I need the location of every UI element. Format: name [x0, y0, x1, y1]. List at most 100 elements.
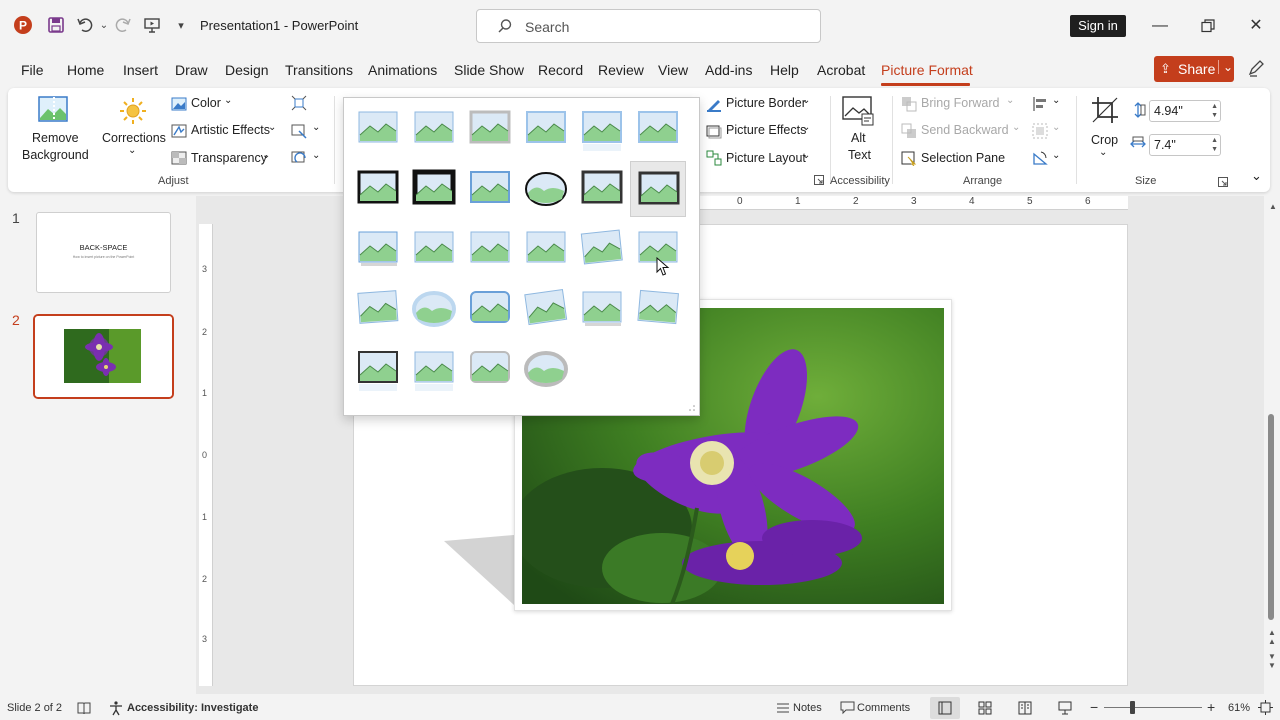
rotate-chevron-icon[interactable]: ⌄ — [1052, 150, 1060, 161]
picture-layout-button[interactable]: Picture Layout — [726, 151, 806, 165]
picture-style-option[interactable] — [350, 101, 406, 157]
tab-transitions[interactable]: Transitions — [285, 62, 353, 78]
rotate-icon[interactable] — [1032, 150, 1048, 166]
picture-styles-dialog-launcher-icon[interactable] — [814, 175, 824, 185]
alt-text-label-2[interactable]: Text — [848, 148, 871, 162]
tab-view[interactable]: View — [658, 62, 688, 78]
crop-icon[interactable] — [1091, 96, 1119, 124]
shape-height-spinner-icon[interactable]: ▲ ▼ — [1211, 102, 1218, 120]
picture-style-option[interactable] — [406, 161, 462, 217]
picture-style-option[interactable] — [574, 101, 630, 157]
picture-style-option[interactable] — [462, 341, 518, 397]
normal-view-button[interactable] — [930, 697, 960, 719]
sign-in-button[interactable]: Sign in — [1070, 15, 1126, 37]
next-slide-icon[interactable]: ▼ ▼ — [1268, 652, 1276, 670]
book-icon[interactable] — [77, 701, 91, 715]
reading-view-icon[interactable] — [1018, 701, 1032, 715]
accessibility-status[interactable]: Accessibility: Investigate — [127, 702, 258, 714]
align-chevron-icon[interactable]: ⌄ — [1052, 95, 1060, 106]
picture-layout-icon[interactable] — [706, 150, 722, 166]
tab-acrobat[interactable]: Acrobat — [817, 62, 865, 78]
restore-window-icon[interactable] — [1196, 14, 1220, 38]
picture-style-option[interactable] — [406, 221, 462, 277]
save-icon[interactable] — [45, 14, 67, 36]
notes-icon[interactable] — [776, 701, 790, 715]
remove-background-label-2[interactable]: Background — [22, 148, 89, 162]
corrections-label[interactable]: Corrections — [102, 131, 166, 145]
comment-pen-icon[interactable] — [1247, 58, 1267, 78]
zoom-out-icon[interactable]: − — [1090, 699, 1098, 715]
tab-help[interactable]: Help — [770, 62, 799, 78]
share-dropdown-chevron-icon[interactable]: ⌄ — [1218, 60, 1233, 74]
picture-style-option[interactable] — [462, 101, 518, 157]
tab-insert[interactable]: Insert — [123, 62, 158, 78]
tab-picture-format[interactable]: Picture Format — [881, 62, 973, 78]
fit-slide-to-window-icon[interactable] — [1258, 700, 1273, 715]
picture-style-option[interactable] — [574, 281, 630, 337]
change-picture-icon[interactable] — [291, 123, 307, 139]
tab-design[interactable]: Design — [225, 62, 269, 78]
tab-home[interactable]: Home — [67, 62, 104, 78]
picture-effects-chevron-icon[interactable]: ⌄ — [802, 122, 810, 133]
remove-background-label-1[interactable]: Remove — [32, 131, 79, 145]
crop-chevron-icon[interactable]: ⌄ — [1099, 147, 1107, 158]
tab-record[interactable]: Record — [538, 62, 583, 78]
alt-text-label-1[interactable]: Alt — [851, 131, 866, 145]
picture-effects-button[interactable]: Picture Effects — [726, 123, 806, 137]
shape-height-input[interactable]: 4.94" ▲ ▼ — [1149, 100, 1221, 122]
picture-style-option[interactable] — [518, 161, 574, 217]
change-picture-chevron-icon[interactable]: ⌄ — [312, 122, 320, 133]
slide-sorter-icon[interactable] — [978, 701, 992, 715]
artistic-effects-button[interactable]: Artistic Effects — [191, 123, 270, 137]
comments-button[interactable]: Comments — [857, 702, 910, 714]
picture-style-option[interactable] — [518, 221, 574, 277]
zoom-slider-thumb[interactable] — [1130, 701, 1135, 714]
picture-layout-chevron-icon[interactable]: ⌄ — [802, 150, 810, 161]
slide-thumbnail-1[interactable]: BACK-SPACE How to insert picture on the … — [36, 212, 171, 293]
vertical-scrollbar[interactable]: ▲ ▲ ▲ ▼ ▼ — [1264, 196, 1278, 694]
color-button[interactable]: Color — [191, 96, 221, 110]
comments-icon[interactable] — [840, 700, 855, 715]
shape-width-input[interactable]: 7.4" ▲ ▼ — [1149, 134, 1221, 156]
gallery-resize-grip-icon[interactable] — [688, 404, 696, 412]
color-icon[interactable] — [171, 96, 187, 112]
size-dialog-launcher-icon[interactable] — [1218, 177, 1228, 187]
minimize-icon[interactable]: — — [1148, 14, 1172, 38]
scroll-up-arrow-icon[interactable]: ▲ — [1269, 202, 1277, 211]
crop-label[interactable]: Crop — [1091, 133, 1118, 147]
tab-animations[interactable]: Animations — [368, 62, 437, 78]
picture-effects-icon[interactable] — [706, 123, 722, 139]
close-icon[interactable]: ✕ — [1244, 14, 1268, 38]
transparency-button[interactable]: Transparency — [191, 151, 267, 165]
picture-style-option[interactable] — [350, 341, 406, 397]
selection-pane-button[interactable]: Selection Pane — [921, 151, 1005, 165]
color-chevron-icon[interactable]: ⌄ — [224, 95, 232, 106]
picture-style-option[interactable] — [518, 281, 574, 337]
picture-style-option[interactable] — [630, 101, 686, 157]
notes-button[interactable]: Notes — [793, 702, 822, 714]
tab-slide-show[interactable]: Slide Show — [454, 62, 524, 78]
tab-file[interactable]: File — [21, 62, 44, 78]
customize-toolbar-icon[interactable]: ▾ — [170, 14, 192, 36]
previous-slide-icon[interactable]: ▲ ▲ — [1268, 628, 1276, 646]
picture-border-button[interactable]: Picture Border — [726, 96, 806, 110]
picture-border-icon[interactable] — [706, 96, 722, 112]
picture-style-option[interactable] — [350, 221, 406, 277]
reset-picture-chevron-icon[interactable]: ⌄ — [312, 150, 320, 161]
picture-style-option[interactable] — [350, 281, 406, 337]
zoom-in-icon[interactable]: + — [1207, 699, 1215, 715]
collapse-ribbon-chevron-icon[interactable]: ⌄ — [1251, 168, 1262, 184]
picture-border-chevron-icon[interactable]: ⌄ — [802, 95, 810, 106]
artistic-effects-chevron-icon[interactable]: ⌄ — [268, 122, 276, 133]
shape-width-spinner-icon[interactable]: ▲ ▼ — [1211, 136, 1218, 154]
search-input[interactable]: Search — [476, 9, 821, 43]
zoom-level[interactable]: 61% — [1228, 702, 1250, 714]
align-icon[interactable] — [1032, 96, 1048, 112]
picture-style-option[interactable] — [406, 281, 462, 337]
slide-thumbnail-2[interactable] — [33, 314, 174, 399]
picture-style-option[interactable] — [630, 281, 686, 337]
compress-pictures-icon[interactable] — [291, 95, 307, 111]
corrections-sun-icon[interactable] — [118, 96, 148, 126]
accessibility-icon[interactable] — [108, 700, 124, 716]
present-from-start-icon[interactable] — [141, 14, 163, 36]
